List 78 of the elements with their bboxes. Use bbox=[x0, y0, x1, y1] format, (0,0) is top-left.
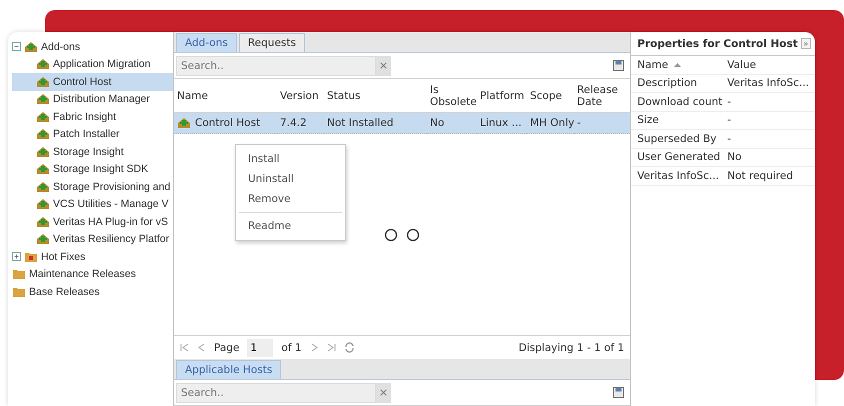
folder-icon bbox=[24, 250, 38, 263]
package-icon bbox=[36, 216, 50, 228]
package-icon bbox=[36, 93, 50, 106]
page-count: of 1 bbox=[281, 342, 302, 354]
tree-item[interactable]: Hot Fixes bbox=[12, 248, 173, 266]
menu-item[interactable]: Remove bbox=[236, 189, 345, 209]
menu-item[interactable]: Uninstall bbox=[236, 169, 345, 189]
panel-title: Properties for Control Host bbox=[637, 38, 798, 50]
table-cell: Veritas InfoSc... bbox=[721, 74, 815, 93]
expand-button[interactable]: » bbox=[800, 38, 811, 49]
table-cell: Control Host bbox=[174, 113, 277, 134]
previous-page-button[interactable] bbox=[196, 343, 206, 352]
tab[interactable]: Applicable Hosts bbox=[176, 360, 282, 379]
page-label: Page bbox=[214, 342, 240, 354]
table-cell: Linux ... bbox=[476, 113, 527, 134]
table-cell: Download count bbox=[631, 93, 722, 112]
folder-icon bbox=[12, 268, 26, 280]
package-icon bbox=[36, 110, 50, 123]
save-icon[interactable] bbox=[613, 60, 624, 71]
column-header[interactable]: Value bbox=[721, 56, 815, 74]
tree-item[interactable]: VCS Utilities - Manage V bbox=[12, 196, 173, 213]
package-icon bbox=[36, 146, 50, 158]
tree-item[interactable]: Storage Insight bbox=[12, 143, 173, 160]
loading-icon bbox=[384, 228, 420, 242]
paging-status: Displaying 1 - 1 of 1 bbox=[518, 342, 624, 354]
package-icon bbox=[36, 180, 50, 193]
package-icon bbox=[36, 198, 50, 210]
tree-item[interactable]: Add-ons bbox=[12, 38, 173, 56]
table-cell: Not Installed bbox=[324, 113, 427, 134]
tree-item[interactable]: Fabric Insight bbox=[12, 108, 173, 126]
column-header[interactable]: Name bbox=[631, 56, 722, 74]
tree-item[interactable]: Veritas HA Plug-in for vS bbox=[12, 213, 173, 230]
tree-item[interactable]: Storage Provisioning and bbox=[12, 178, 173, 196]
page-field[interactable]: 1 bbox=[247, 338, 274, 356]
table-cell: Superseded By bbox=[631, 130, 722, 148]
next-page-button[interactable] bbox=[310, 343, 319, 352]
table-cell: User Generated bbox=[631, 148, 722, 167]
sort-ascending-icon bbox=[674, 62, 682, 67]
tree-item[interactable]: Application Migration bbox=[12, 56, 173, 73]
package-icon bbox=[36, 233, 50, 246]
expand-icon[interactable] bbox=[12, 252, 21, 262]
menu-item[interactable]: Install bbox=[236, 149, 345, 169]
tab[interactable]: Add-ons bbox=[176, 33, 237, 52]
table-cell: - bbox=[721, 130, 815, 148]
table-cell: - bbox=[721, 112, 815, 130]
table-cell: - bbox=[574, 113, 630, 134]
table-cell: Description bbox=[631, 74, 722, 93]
first-page-button[interactable] bbox=[180, 343, 189, 352]
package-icon bbox=[24, 40, 38, 53]
package-icon bbox=[36, 128, 50, 140]
table-cell: Size bbox=[631, 112, 722, 130]
search-field[interactable]: Search.. bbox=[176, 382, 376, 402]
tree-item[interactable]: Base Releases bbox=[12, 283, 173, 300]
collapse-icon[interactable] bbox=[12, 42, 21, 52]
tab[interactable]: Requests bbox=[238, 33, 305, 52]
package-icon bbox=[36, 163, 50, 176]
tree-item[interactable]: Control Host bbox=[12, 73, 173, 90]
refresh-icon[interactable] bbox=[344, 342, 355, 353]
package-icon bbox=[176, 117, 191, 129]
tree-item[interactable]: Distribution Manager bbox=[12, 90, 173, 108]
search-field[interactable]: Search.. bbox=[176, 56, 376, 76]
last-page-button[interactable] bbox=[326, 343, 336, 352]
table-cell: - bbox=[721, 93, 815, 112]
table-cell: Not required bbox=[721, 167, 815, 186]
save-icon[interactable] bbox=[613, 387, 624, 398]
menu-item[interactable]: Readme bbox=[236, 216, 345, 236]
table-cell: MH Only bbox=[526, 113, 574, 134]
package-icon bbox=[36, 58, 50, 70]
table-cell: Veritas InfoSc... bbox=[631, 167, 722, 186]
tree-item[interactable]: Patch Installer bbox=[12, 126, 173, 143]
folder-icon bbox=[12, 286, 26, 298]
tree-item[interactable]: Veritas Resiliency Platfor bbox=[12, 230, 173, 248]
tree-item[interactable]: Maintenance Releases bbox=[12, 266, 173, 283]
tree-item[interactable]: Storage Insight SDK bbox=[12, 160, 173, 178]
package-icon bbox=[36, 76, 50, 88]
table-cell: No bbox=[426, 113, 477, 134]
table-cell: 7.4.2 bbox=[276, 113, 324, 134]
table-cell: No bbox=[721, 148, 815, 167]
